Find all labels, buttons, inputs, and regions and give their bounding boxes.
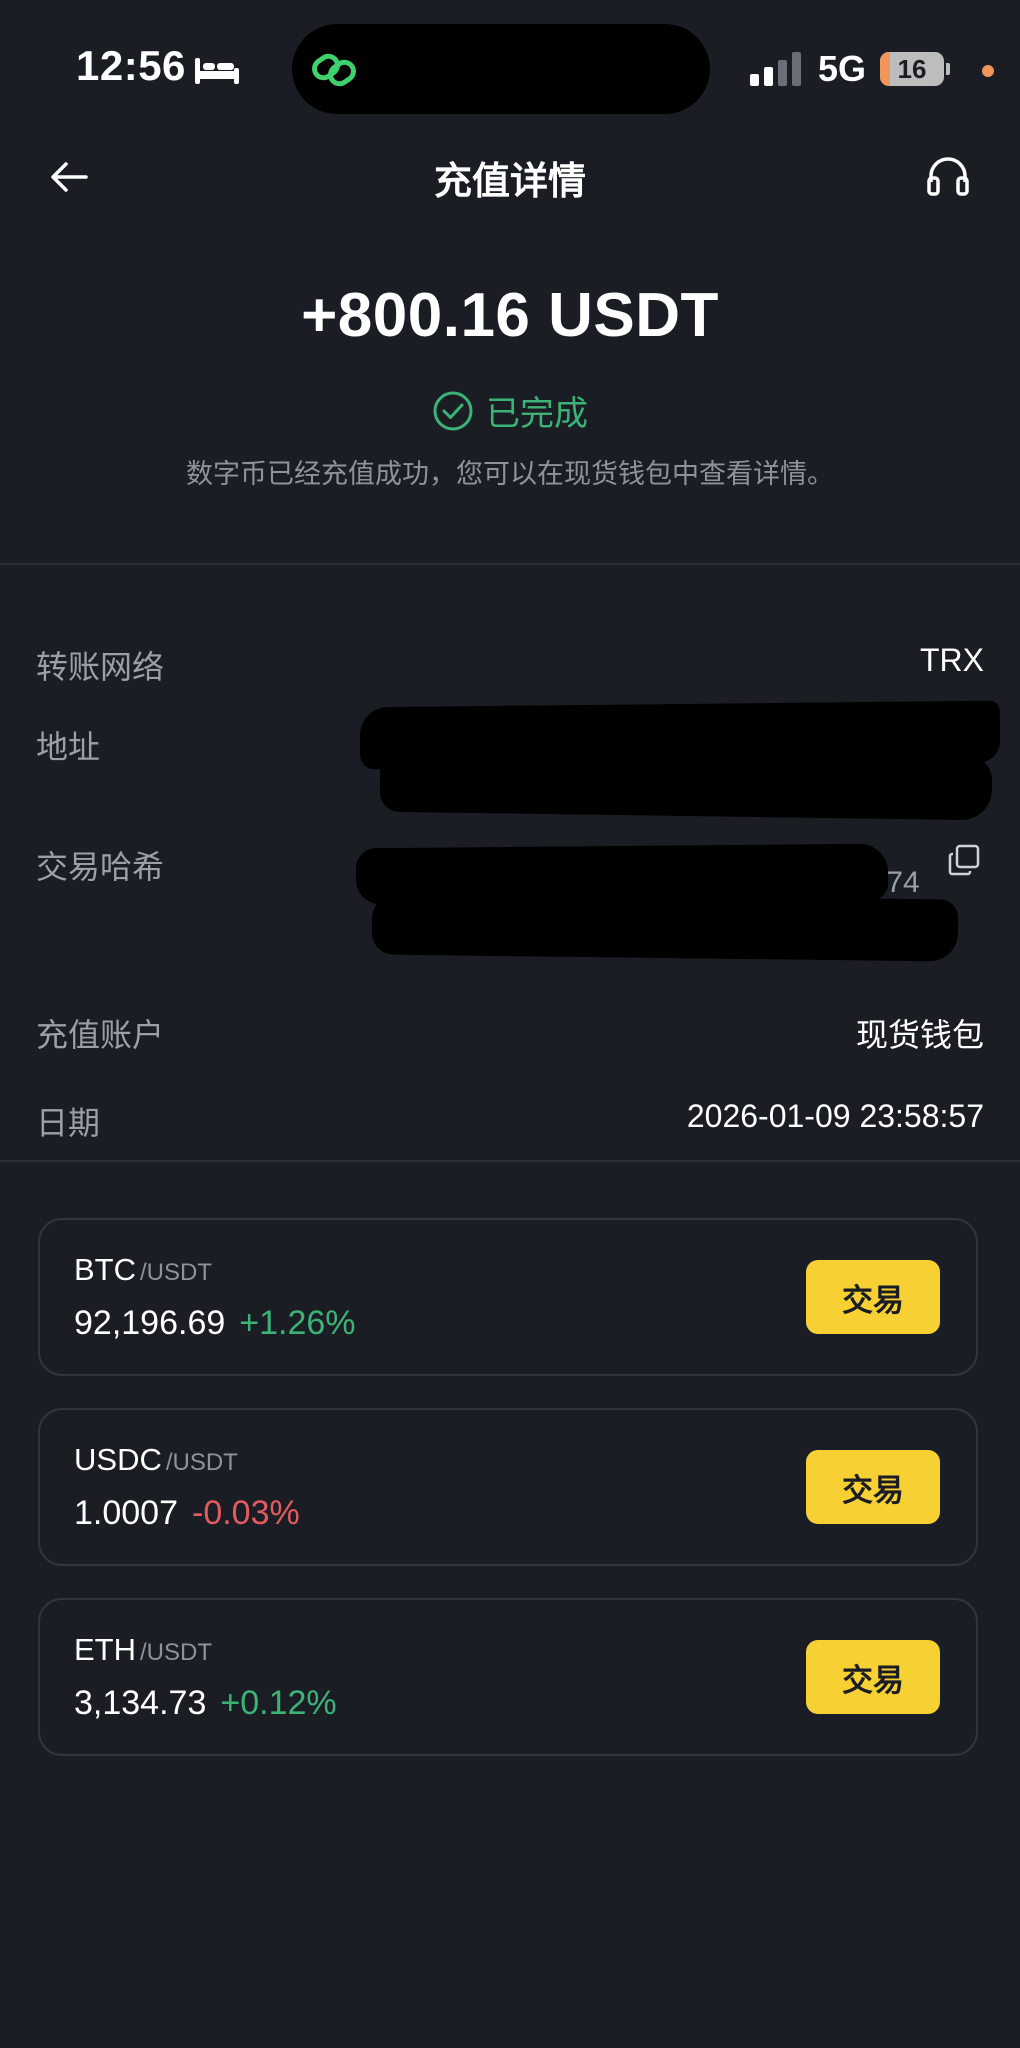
market-card-btc[interactable]: BTC/USDT 92,196.69 +1.26% 交易 [38, 1218, 978, 1376]
pair-name: BTC/USDT [74, 1252, 212, 1288]
last-price: 92,196.69 [74, 1304, 226, 1342]
check-circle-icon [433, 391, 473, 430]
market-card-usdc[interactable]: USDC/USDT 1.0007 -0.03% 交易 [38, 1408, 978, 1566]
deposit-status: 已完成 [0, 386, 1020, 435]
price-change: +0.12% [220, 1684, 337, 1722]
date-value: 2026-01-09 23:58:57 [686, 1098, 984, 1134]
sleep-bed-icon [195, 58, 239, 84]
base-symbol: ETH [74, 1632, 136, 1667]
status-text: 已完成 [486, 395, 588, 433]
account-label: 充值账户 [36, 1017, 165, 1053]
pair-name: ETH/USDT [74, 1632, 212, 1668]
price-line: 1.0007 -0.03% [74, 1494, 300, 1533]
customer-support-icon[interactable] [926, 156, 970, 198]
base-symbol: USDC [74, 1442, 162, 1477]
privacy-indicator-dot [982, 65, 994, 77]
price-line: 92,196.69 +1.26% [74, 1304, 356, 1343]
section-divider [0, 563, 1020, 565]
status-time: 12:56 [76, 42, 186, 89]
hash-label: 交易哈希 [36, 849, 165, 885]
trade-button[interactable]: 交易 [806, 1640, 940, 1714]
trade-button[interactable]: 交易 [806, 1450, 940, 1524]
deposit-amount: +800.16 USDT [301, 281, 719, 350]
base-symbol: BTC [74, 1252, 136, 1287]
pair-name: USDC/USDT [74, 1442, 238, 1478]
page-title: 充值详情 [433, 161, 586, 203]
last-price: 1.0007 [74, 1494, 178, 1532]
cellular-signal-icon [750, 52, 801, 86]
deposit-note: 数字币已经充值成功，您可以在现货钱包中查看详情。 [186, 459, 834, 489]
account-value: 现货钱包 [855, 1017, 984, 1053]
market-card-eth[interactable]: ETH/USDT 3,134.73 +0.12% 交易 [38, 1598, 978, 1756]
quote-symbol: /USDT [140, 1259, 212, 1286]
trade-button[interactable]: 交易 [806, 1260, 940, 1334]
quote-symbol: /USDT [140, 1639, 212, 1666]
address-label: 地址 [36, 729, 101, 765]
network-label: 转账网络 [36, 649, 165, 685]
network-value: TRX [920, 642, 984, 678]
link-app-icon [312, 53, 356, 87]
hash-redaction-2 [371, 892, 959, 962]
battery-percent: 16 [897, 54, 927, 84]
battery-nub [946, 63, 950, 75]
address-redaction-2 [379, 747, 993, 821]
price-line: 3,134.73 +0.12% [74, 1684, 337, 1723]
quote-symbol: /USDT [165, 1449, 238, 1476]
battery-icon: 16 [880, 52, 944, 86]
last-price: 3,134.73 [74, 1684, 207, 1722]
date-label: 日期 [36, 1105, 101, 1141]
copy-icon[interactable] [948, 844, 980, 876]
price-change: -0.03% [192, 1494, 300, 1532]
network-type: 5G [818, 48, 867, 89]
section-divider [0, 1160, 1020, 1162]
price-change: +1.26% [239, 1304, 356, 1342]
